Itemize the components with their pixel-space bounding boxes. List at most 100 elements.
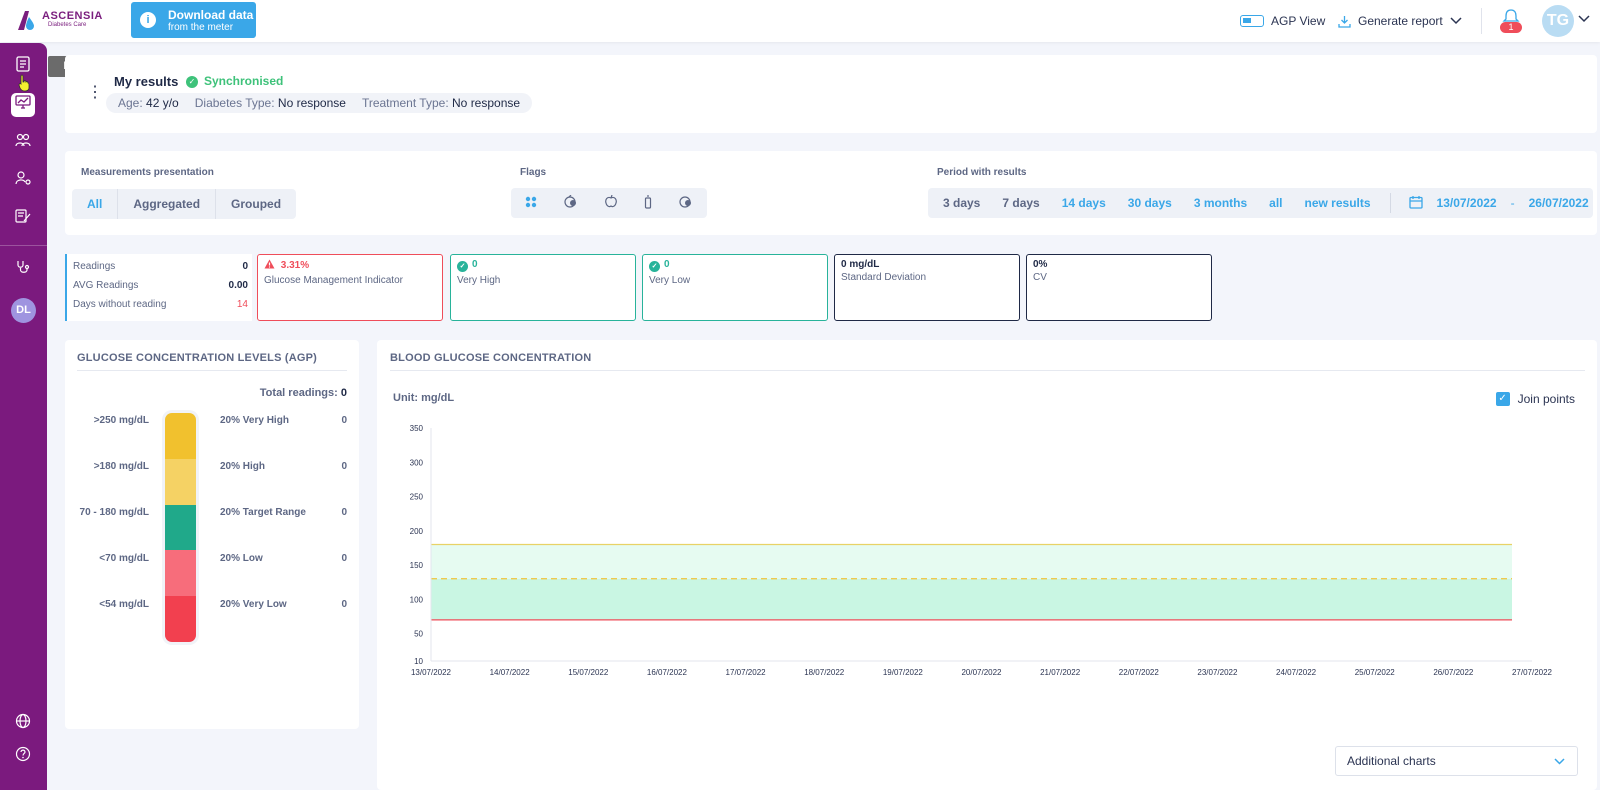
download-sublabel: from the meter xyxy=(168,22,234,33)
globe-icon[interactable] xyxy=(11,713,35,737)
agp-title: GLUCOSE CONCENTRATION LEVELS (AGP) xyxy=(77,352,318,364)
user-settings-icon[interactable] xyxy=(11,169,35,193)
standard-deviation-card: 0 mg/dL Standard Deviation xyxy=(834,254,1020,321)
toggle-icon[interactable] xyxy=(1240,15,1264,27)
checkbox-checked-icon[interactable]: ✓ xyxy=(1495,392,1510,406)
join-points-label: Join points xyxy=(1517,392,1575,406)
measurement-option-aggregated[interactable]: Aggregated xyxy=(118,189,217,219)
logo-name: ASCENSIA xyxy=(42,10,103,22)
flags-label: Flags xyxy=(520,167,547,178)
agp-view-toggle[interactable]: AGP View xyxy=(1240,12,1325,30)
agp-row-low: <70 mg/dL 20% Low 0 xyxy=(65,553,359,567)
agp-row-very-low: <54 mg/dL 20% Very Low 0 xyxy=(65,599,359,613)
very-high-label: Very High xyxy=(457,275,501,286)
flags-selector xyxy=(511,188,707,218)
agp-count: 0 xyxy=(341,553,347,564)
y-tick-label: 150 xyxy=(410,561,424,570)
additional-charts-dropdown[interactable]: Additional charts xyxy=(1335,746,1578,776)
very-low-card: ✓ 0 Very Low xyxy=(642,254,828,321)
patient-meta: Age: 42 y/o Diabetes Type: No response T… xyxy=(106,93,533,113)
avg-readings-value: 0.00 xyxy=(228,280,248,291)
cv-label: CV xyxy=(1033,272,1047,283)
readings-value: 0 xyxy=(242,261,248,272)
x-tick-label: 21/07/2022 xyxy=(1040,668,1081,677)
diabetes-type-value: No response xyxy=(277,96,346,110)
x-tick-label: 16/07/2022 xyxy=(647,668,688,677)
user-menu-chevron-icon[interactable] xyxy=(1578,12,1590,26)
notification-badge: 1 xyxy=(1500,22,1522,33)
date-to[interactable]: 26/07/2022 xyxy=(1525,196,1593,210)
x-tick-label: 20/07/2022 xyxy=(961,668,1002,677)
x-tick-label: 19/07/2022 xyxy=(883,668,924,677)
stethoscope-icon[interactable] xyxy=(11,258,35,282)
x-tick-label: 26/07/2022 xyxy=(1433,668,1474,677)
sd-value: 0 mg/dL xyxy=(841,259,880,270)
chevron-down-icon xyxy=(1450,17,1462,25)
age-label: Age: xyxy=(118,96,143,110)
period-option-all[interactable]: all xyxy=(1258,196,1293,210)
edit-document-icon[interactable] xyxy=(11,207,35,231)
no-mark-icon[interactable] xyxy=(679,195,693,211)
sidebar: DL xyxy=(0,43,47,790)
sync-status: Synchronised xyxy=(204,74,284,88)
logo-subtitle: Diabetes Care xyxy=(48,22,87,28)
fasting-icon[interactable] xyxy=(644,194,652,212)
treatment-type-value: No response xyxy=(452,96,521,110)
period-option-30-days[interactable]: 30 days xyxy=(1117,196,1183,210)
more-options-icon[interactable]: ⋮ xyxy=(87,85,103,101)
monitor-chart-icon[interactable] xyxy=(11,93,35,117)
download-data-button[interactable]: i Download data from the meter xyxy=(131,2,256,38)
very-high-card: ✓ 0 Very High xyxy=(450,254,636,321)
x-tick-label: 13/07/2022 xyxy=(411,668,452,677)
agp-view-label: AGP View xyxy=(1271,14,1326,28)
x-tick-label: 27/07/2022 xyxy=(1512,668,1553,677)
header-divider xyxy=(1481,8,1482,34)
agp-row-very-high: >250 mg/dL 20% Very High 0 xyxy=(65,415,359,429)
agp-range: <54 mg/dL xyxy=(99,599,149,610)
y-tick-label: 250 xyxy=(410,493,424,502)
ascensia-logo[interactable]: ASCENSIA Diabetes Care xyxy=(16,9,103,31)
period-option-14-days[interactable]: 14 days xyxy=(1051,196,1117,210)
x-tick-label: 18/07/2022 xyxy=(804,668,845,677)
x-tick-label: 25/07/2022 xyxy=(1355,668,1396,677)
period-option-new-results[interactable]: new results xyxy=(1294,196,1382,210)
generate-report-button[interactable]: Generate report xyxy=(1338,12,1462,30)
bgc-title-rule xyxy=(390,370,1585,371)
readings-label: Readings xyxy=(73,261,116,272)
days-without-reading-row: Days without reading 14 xyxy=(73,299,248,310)
total-readings-value: 0 xyxy=(340,387,347,399)
results-title: My results xyxy=(114,74,179,89)
gmi-label: Glucose Management Indicator xyxy=(264,275,403,286)
date-from[interactable]: 13/07/2022 xyxy=(1433,196,1501,210)
period-option-3-months[interactable]: 3 months xyxy=(1183,196,1258,210)
measurement-option-grouped[interactable]: Grouped xyxy=(216,189,296,219)
user-avatar[interactable]: TG xyxy=(1542,5,1574,37)
doctor-avatar[interactable]: DL xyxy=(11,298,36,323)
period-option-7-days[interactable]: 7 days xyxy=(991,196,1050,210)
sd-label: Standard Deviation xyxy=(841,272,927,283)
gmi-value: 3.31% xyxy=(280,260,310,271)
agp-pct: 20% Very Low xyxy=(220,599,287,610)
measurement-option-all[interactable]: All xyxy=(72,189,119,219)
agp-row-high: >180 mg/dL 20% High 0 xyxy=(65,461,359,475)
cv-card: 0% CV xyxy=(1026,254,1212,321)
hand-cursor-icon xyxy=(18,74,30,92)
join-points-toggle[interactable]: ✓ Join points xyxy=(1495,392,1575,406)
calendar-icon[interactable] xyxy=(1399,195,1433,212)
avg-readings-label: AVG Readings xyxy=(73,280,139,291)
measurements-label: Measurements presentation xyxy=(81,167,214,178)
period-option-3-days[interactable]: 3 days xyxy=(932,196,991,210)
agp-range: >180 mg/dL xyxy=(93,461,149,472)
help-icon[interactable] xyxy=(11,746,35,770)
readings-summary-card: Readings 0 AVG Readings 0.00 Days withou… xyxy=(65,254,252,321)
users-icon[interactable] xyxy=(11,131,35,155)
blood-glucose-panel: BLOOD GLUCOSE CONCENTRATION Unit: mg/dL … xyxy=(377,340,1597,790)
after-meal-icon[interactable] xyxy=(605,194,617,211)
x-tick-label: 23/07/2022 xyxy=(1197,668,1238,677)
days-without-reading-label: Days without reading xyxy=(73,299,167,310)
date-separator: - xyxy=(1510,196,1515,210)
days-without-reading-value: 14 xyxy=(236,299,248,310)
all-flags-icon[interactable] xyxy=(525,196,537,211)
before-meal-icon[interactable] xyxy=(564,194,578,211)
period-divider xyxy=(1389,193,1391,213)
